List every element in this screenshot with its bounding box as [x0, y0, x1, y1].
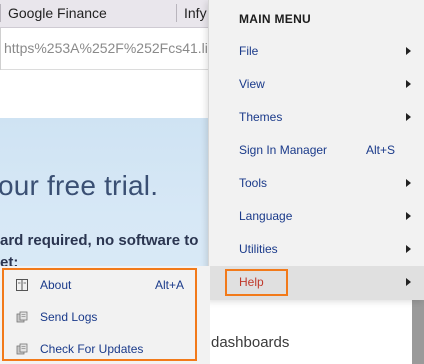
shortcut-label: Alt+S [365, 143, 395, 157]
chevron-right-icon [406, 113, 411, 121]
browser-tab-bar: Google Finance Infy [0, 0, 210, 28]
chevron-right-icon [406, 212, 411, 220]
menu-item-label: Sign In Manager [239, 143, 328, 157]
help-highlight-box [225, 269, 288, 296]
chevron-right-icon [406, 245, 411, 253]
submenu-highlight-box [2, 268, 197, 361]
menu-item-label: File [239, 44, 259, 58]
tab-google-finance[interactable]: Google Finance [8, 5, 158, 21]
menu-item-language[interactable]: Language [209, 200, 424, 233]
main-menu-title: MAIN MENU [239, 12, 312, 26]
tab-infy[interactable]: Infy [184, 5, 210, 21]
menu-item-label: Utilities [239, 242, 278, 256]
menu-item-label: Language [239, 209, 293, 223]
tab-separator [0, 4, 1, 22]
chevron-right-icon [406, 278, 411, 286]
menu-item-file[interactable]: File [209, 35, 424, 68]
chevron-right-icon [406, 80, 411, 88]
main-menu: MAIN MENU File View Themes Sign In Manag… [208, 0, 424, 300]
menu-item-tools[interactable]: Tools [209, 167, 424, 200]
scrollbar[interactable] [412, 300, 424, 364]
menu-item-sign-in-manager[interactable]: Sign In Manager Alt+S [209, 134, 424, 167]
menu-item-label: View [239, 77, 265, 91]
menu-item-view[interactable]: View [209, 68, 424, 101]
chevron-right-icon [406, 179, 411, 187]
menu-item-label: Tools [239, 176, 268, 190]
menu-item-label: Themes [239, 110, 283, 124]
address-bar-border [0, 28, 1, 70]
address-bar[interactable]: https%253A%252F%252Fcs41.lig [0, 28, 210, 70]
dashboards-text: dashboards [211, 334, 290, 351]
page-content-right [208, 300, 424, 364]
hero-title: our free trial. [0, 170, 159, 201]
menu-item-themes[interactable]: Themes [209, 101, 424, 134]
url-text[interactable]: https%253A%252F%252Fcs41.lig [4, 40, 208, 56]
menu-item-utilities[interactable]: Utilities [209, 233, 424, 266]
tab-separator [176, 4, 177, 22]
hero-subtitle-line1: ard required, no software to [0, 232, 199, 249]
page-header-area [0, 70, 210, 120]
chevron-right-icon [406, 47, 411, 55]
